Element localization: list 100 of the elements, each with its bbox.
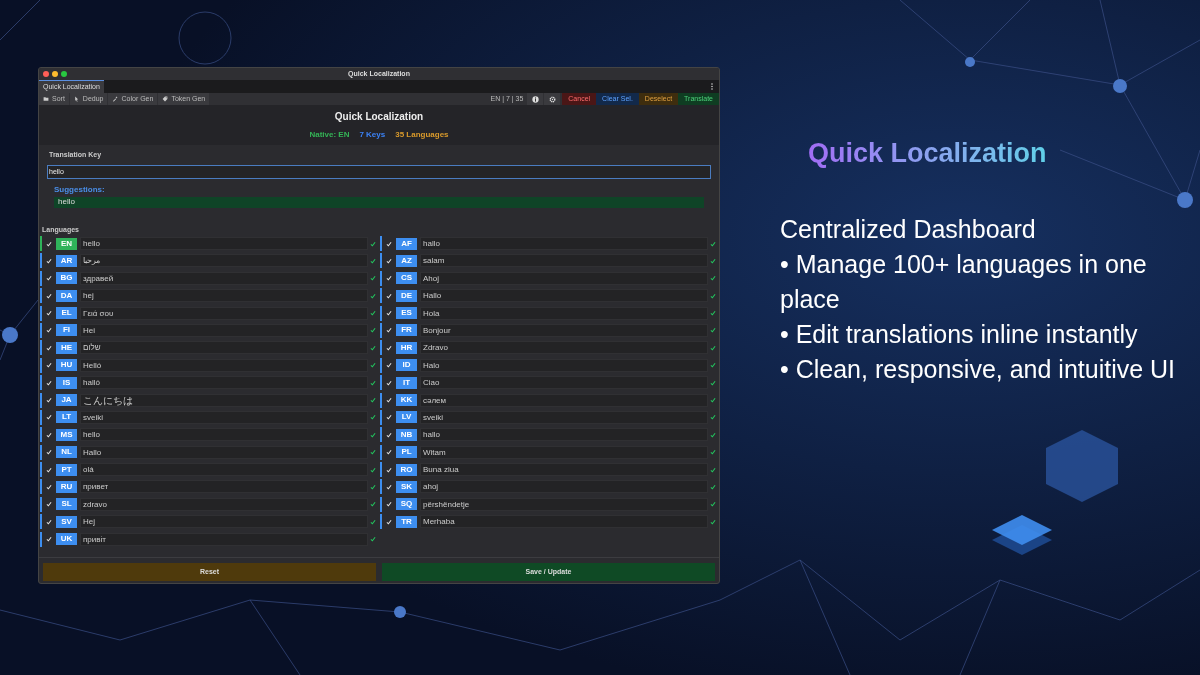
translation-field[interactable]: привет: [80, 480, 368, 494]
translation-field[interactable]: zdravo: [80, 497, 368, 511]
promo-text: Centralized Dashboard: [780, 213, 1037, 245]
translation-field[interactable]: sveiki: [420, 410, 708, 424]
checkbox[interactable]: [385, 256, 393, 265]
translation-field[interactable]: Zdravo: [420, 341, 708, 355]
settings-icon: [548, 95, 556, 103]
zoom-button[interactable]: [61, 71, 67, 77]
language-badge: ID: [396, 359, 417, 372]
language-badge: LV: [396, 411, 417, 424]
translation-field[interactable]: שלום: [80, 341, 368, 355]
translation-field[interactable]: hallo: [420, 237, 708, 250]
language-badge: SV: [56, 515, 77, 528]
checkbox[interactable]: [45, 361, 53, 370]
checkbox[interactable]: [45, 274, 53, 283]
checkbox[interactable]: [45, 448, 53, 457]
checkbox[interactable]: [385, 430, 393, 439]
checkbox[interactable]: [385, 500, 393, 509]
checkbox[interactable]: [385, 326, 393, 335]
translation-field[interactable]: Ahoj: [420, 271, 708, 285]
dropper-icon: [112, 96, 119, 102]
checkbox[interactable]: [385, 378, 393, 387]
translation-field[interactable]: Witam: [420, 445, 708, 459]
translation-field[interactable]: こんにちは: [80, 393, 368, 407]
checkbox[interactable]: [45, 413, 53, 422]
translation-field[interactable]: hello: [80, 237, 368, 250]
translation-field[interactable]: Hallo: [420, 289, 708, 303]
checkbox[interactable]: [385, 343, 393, 352]
translation-field[interactable]: مرحبا: [80, 254, 368, 268]
checkbox[interactable]: [385, 465, 393, 474]
checkbox[interactable]: [45, 465, 53, 474]
translation-field[interactable]: hej: [80, 289, 368, 303]
checkbox[interactable]: [45, 517, 53, 526]
translation-field[interactable]: Hei: [80, 323, 368, 337]
language-badge: NL: [56, 446, 77, 459]
checkbox[interactable]: [45, 309, 53, 318]
translation-field[interactable]: hallo: [420, 428, 708, 442]
checkbox[interactable]: [45, 396, 53, 404]
checkbox[interactable]: [45, 291, 53, 300]
language-badge: EN: [56, 237, 77, 250]
language-badge: CS: [396, 272, 417, 285]
translation-field[interactable]: сәлем: [420, 393, 708, 407]
translation-field[interactable]: halló: [80, 376, 368, 390]
translation-field[interactable]: Hallo: [80, 445, 368, 459]
suggestion-item[interactable]: hello: [54, 196, 704, 208]
checkbox[interactable]: [385, 274, 393, 283]
minimize-button[interactable]: [52, 71, 58, 77]
checkbox[interactable]: [45, 500, 53, 509]
checkbox[interactable]: [45, 482, 53, 491]
checkbox[interactable]: [45, 430, 53, 439]
translation-field[interactable]: Hola: [420, 306, 708, 320]
language-badge: KK: [396, 394, 417, 406]
translation-field[interactable]: Merhaba: [420, 515, 708, 529]
language-badge: ES: [396, 307, 417, 320]
translation-field[interactable]: përshëndetje: [420, 497, 708, 511]
checkbox[interactable]: [385, 448, 393, 457]
checkbox[interactable]: [385, 309, 393, 318]
language-badge: UK: [56, 533, 77, 546]
layered-tile-drawing: [992, 515, 1052, 555]
promo-text: • Manage 100+ languages in one place: [780, 248, 1148, 315]
checkbox[interactable]: [385, 482, 393, 491]
language-badge: SK: [396, 480, 417, 493]
checkbox[interactable]: [385, 239, 393, 248]
language-badge: FI: [56, 324, 77, 337]
language-badge: HU: [56, 359, 77, 372]
checkbox[interactable]: [45, 239, 53, 248]
checkbox[interactable]: [385, 291, 393, 300]
language-badge: SQ: [396, 498, 417, 511]
info-button[interactable]: [527, 93, 544, 105]
translation-field[interactable]: hello: [80, 428, 368, 442]
checkbox[interactable]: [385, 517, 393, 526]
hexagon-drawing: [1046, 430, 1118, 502]
translation-field[interactable]: salam: [420, 254, 708, 268]
translation-field[interactable]: Bonjour: [420, 323, 708, 337]
translation-field[interactable]: здравей: [80, 271, 368, 285]
checkbox[interactable]: [45, 326, 53, 335]
checkbox[interactable]: [385, 396, 393, 404]
translation-field[interactable]: Helló: [80, 358, 368, 372]
translation-field[interactable]: sveiki: [80, 410, 368, 424]
checkbox[interactable]: [45, 256, 53, 265]
translation-field[interactable]: olá: [80, 463, 368, 477]
language-badge: DA: [56, 289, 77, 302]
translation-field[interactable]: Ciao: [420, 376, 708, 390]
language-badge: EL: [56, 307, 77, 320]
checkbox[interactable]: [45, 343, 53, 352]
translation-field[interactable]: Halo: [420, 358, 708, 372]
translation-field[interactable]: Γειά σου: [80, 306, 368, 320]
tag-icon: [162, 96, 169, 102]
close-button[interactable]: [43, 71, 49, 77]
settings-button[interactable]: [544, 93, 561, 105]
language-badge: HR: [396, 341, 417, 354]
translation-field[interactable]: Buna ziua: [420, 463, 708, 477]
checkbox[interactable]: [45, 535, 53, 544]
translation-field[interactable]: привіт: [80, 532, 368, 546]
checkbox[interactable]: [45, 378, 53, 387]
checkbox[interactable]: [385, 361, 393, 370]
translation-field[interactable]: Hej: [80, 515, 368, 529]
translation-field[interactable]: ahoj: [420, 480, 708, 494]
checkbox[interactable]: [385, 413, 393, 422]
cursor-icon: [73, 96, 80, 102]
